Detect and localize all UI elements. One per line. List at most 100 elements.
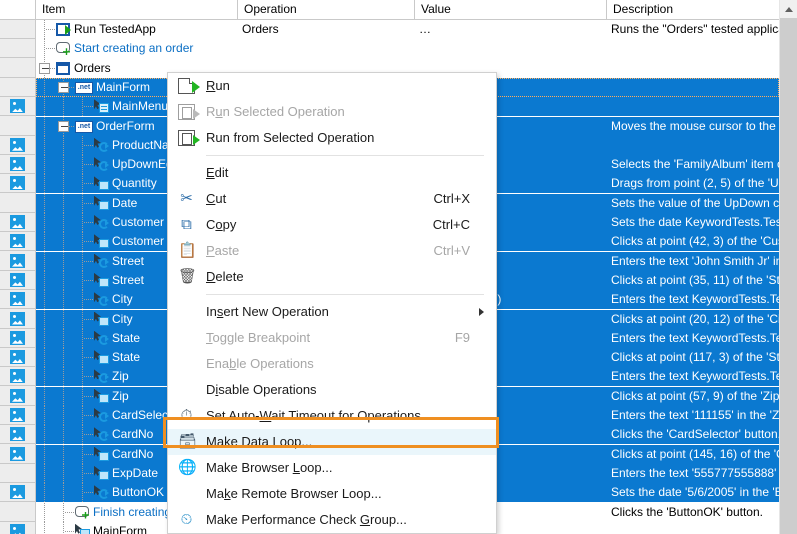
menu-item-run[interactable]: Run [168, 73, 496, 99]
cell-description[interactable]: Drags from point (2, 5) of the 'Up… [607, 174, 779, 193]
scrollbar-track[interactable] [780, 18, 797, 534]
gutter-cell[interactable] [0, 59, 35, 78]
cell-item[interactable]: Run TestedApp [36, 20, 238, 39]
gutter-cell[interactable] [0, 78, 35, 97]
cell-operation[interactable]: Orders [238, 20, 415, 39]
context-menu[interactable]: RunRun Selected OperationRun from Select… [167, 72, 497, 534]
cell-description[interactable]: Enters the text KeywordTests.Te… [607, 290, 779, 309]
tree-item-label[interactable]: Quantity [112, 174, 157, 193]
gutter-cell[interactable] [0, 445, 35, 464]
gutter-cell[interactable] [0, 464, 35, 483]
menu-item-edit[interactable]: Edit [168, 160, 496, 186]
cell-value[interactable]: … [415, 20, 607, 39]
cell-description[interactable] [607, 522, 779, 534]
cell-description[interactable]: Enters the text '111155' in the 'Zi… [607, 406, 779, 425]
tree-item-label[interactable]: MainMenu [112, 97, 168, 116]
gutter-cell[interactable] [0, 232, 35, 251]
tree-item-label[interactable]: Start creating an order [74, 39, 193, 58]
tree-item-label[interactable]: OrderForm [96, 117, 155, 136]
tree-collapse-toggle[interactable] [58, 121, 69, 132]
cell-description[interactable]: Enters the text KeywordTests.Te… [607, 329, 779, 348]
tree-item-label[interactable]: Run TestedApp [74, 20, 156, 39]
menu-item-insert-new-operation[interactable]: Insert New Operation [168, 299, 496, 325]
cell-description[interactable]: Clicks at point (117, 3) of the 'Sta… [607, 348, 779, 367]
gutter-cell[interactable] [0, 348, 35, 367]
gutter-cell[interactable] [0, 136, 35, 155]
vertical-scrollbar[interactable] [779, 0, 797, 534]
cell-description[interactable] [607, 136, 779, 155]
tree-item-label[interactable]: State [112, 329, 140, 348]
column-header-gutter[interactable] [0, 0, 36, 19]
tree-item-label[interactable]: Finish creating [93, 503, 171, 522]
tree-item-label[interactable]: City [112, 290, 133, 309]
gutter-cell[interactable] [0, 39, 35, 58]
menu-item-make-browser-loop[interactable]: 🌐Make Browser Loop... [168, 455, 496, 481]
cell-description[interactable]: Runs the "Orders" tested applicati… [607, 20, 779, 39]
cell-description[interactable]: Moves the mouse cursor to the m… [607, 117, 779, 136]
tree-item-label[interactable]: CardNo [112, 425, 153, 444]
menu-item-run-from-selected-operation[interactable]: Run from Selected Operation [168, 125, 496, 151]
gutter-cell[interactable] [0, 213, 35, 232]
cell-description[interactable]: Sets the date '5/6/2005' in the 'Ex… [607, 483, 779, 502]
menu-item-make-performance-check-group[interactable]: ⏲Make Performance Check Group... [168, 507, 496, 533]
gutter-cell[interactable] [0, 503, 35, 522]
tree-item-label[interactable]: MainForm [96, 78, 150, 97]
gutter-cell[interactable] [0, 155, 35, 174]
tree-item-label[interactable]: Customer [112, 213, 164, 232]
gutter-cell[interactable] [0, 483, 35, 502]
cell-item[interactable]: Start creating an order [36, 39, 238, 58]
menu-item-make-remote-browser-loop[interactable]: Make Remote Browser Loop... [168, 481, 496, 507]
tree-item-label[interactable]: City [112, 310, 133, 329]
gutter-cell[interactable] [0, 252, 35, 271]
tree-item-label[interactable]: Date [112, 194, 137, 213]
cell-description[interactable] [607, 39, 779, 58]
gutter-cell[interactable] [0, 271, 35, 290]
gutter-cell[interactable] [0, 117, 35, 136]
gutter-column[interactable] [0, 20, 36, 534]
gutter-cell[interactable] [0, 425, 35, 444]
gutter-cell[interactable] [0, 367, 35, 386]
menu-item-make-data-loop[interactable]: 🗃Make Data Loop... [168, 429, 496, 455]
cell-description[interactable]: Enters the text 'John Smith Jr' in t… [607, 252, 779, 271]
gutter-cell[interactable] [0, 310, 35, 329]
table-row[interactable]: Run TestedApp Orders…Runs the "Orders" te… [36, 20, 779, 39]
tree-item-label[interactable]: Street [112, 252, 144, 271]
column-header-operation[interactable]: Operation [238, 0, 415, 19]
gutter-cell[interactable] [0, 194, 35, 213]
cell-description[interactable]: Enters the text '555777555888' in… [607, 464, 779, 483]
cell-operation[interactable] [238, 39, 415, 58]
cell-description[interactable]: Clicks at point (57, 9) of the 'Zip' o… [607, 387, 779, 406]
cell-description[interactable]: Sets the date KeywordTests.Test… [607, 213, 779, 232]
menu-item-copy[interactable]: ⧉CopyCtrl+C [168, 212, 496, 238]
cell-value[interactable] [415, 39, 607, 58]
menu-item-set-auto-wait-timeout-for-operations[interactable]: ⏱Set Auto-Wait Timeout for Operations... [168, 403, 496, 429]
cell-description[interactable] [607, 78, 779, 97]
tree-item-label[interactable]: CardNo [112, 445, 153, 464]
tree-item-label[interactable]: UpDownEdi [112, 155, 175, 174]
gutter-cell[interactable] [0, 387, 35, 406]
menu-item-cut[interactable]: ✂CutCtrl+X [168, 186, 496, 212]
gutter-cell[interactable] [0, 406, 35, 425]
tree-collapse-toggle[interactable] [58, 82, 69, 93]
gutter-cell[interactable] [0, 20, 35, 39]
column-header-value[interactable]: Value [415, 0, 607, 19]
column-header-description[interactable]: Description [607, 0, 779, 19]
tree-item-label[interactable]: MainForm [93, 522, 147, 534]
cell-description[interactable]: Clicks the 'CardSelector' button. [607, 425, 779, 444]
tree-item-label[interactable]: ExpDate [112, 464, 158, 483]
tree-item-label[interactable]: Zip [112, 367, 129, 386]
scroll-up-icon[interactable] [780, 0, 797, 18]
gutter-cell[interactable] [0, 329, 35, 348]
cell-description[interactable]: Clicks the 'ButtonOK' button. [607, 503, 779, 522]
cell-description[interactable] [607, 97, 779, 116]
cell-description[interactable]: Clicks at point (42, 3) of the 'Cust… [607, 232, 779, 251]
column-header-item[interactable]: Item [36, 0, 238, 19]
tree-collapse-toggle[interactable] [39, 63, 50, 74]
gutter-cell[interactable] [0, 522, 35, 534]
tree-item-label[interactable]: Street [112, 271, 144, 290]
menu-item-delete[interactable]: 🗑Delete [168, 264, 496, 290]
cell-description[interactable]: Sets the value of the UpDown con… [607, 194, 779, 213]
menu-item-disable-operations[interactable]: Disable Operations [168, 377, 496, 403]
cell-description[interactable]: Selects the 'FamilyAlbum' item of t… [607, 155, 779, 174]
gutter-cell[interactable] [0, 97, 35, 116]
